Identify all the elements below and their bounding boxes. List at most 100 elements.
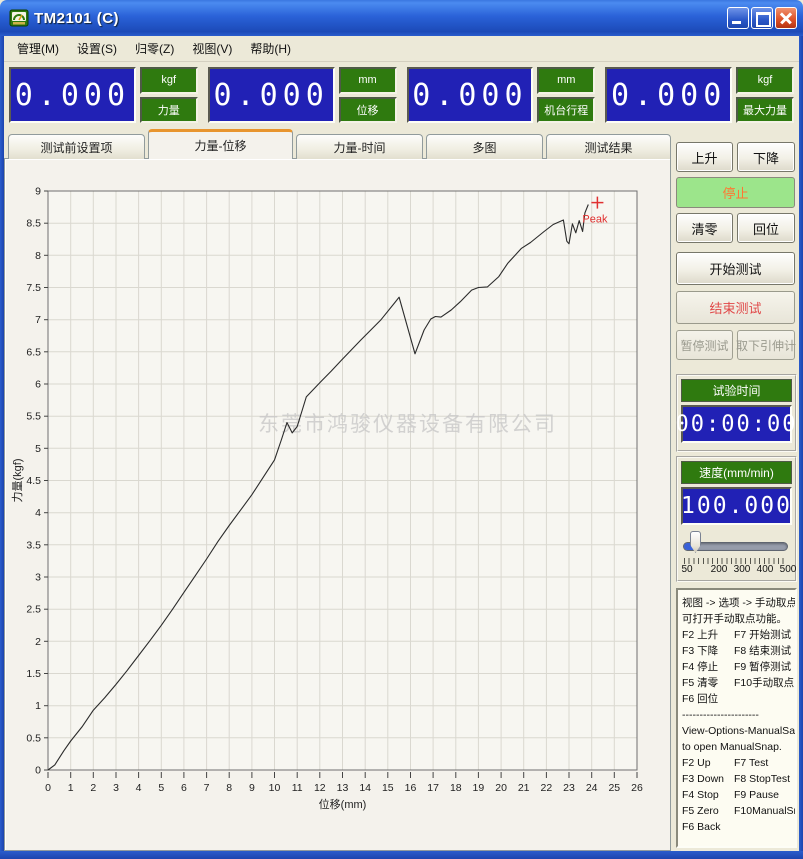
svg-text:6: 6 xyxy=(35,379,41,391)
hotkey-f2-en: F2 Up xyxy=(682,755,734,771)
svg-text:19: 19 xyxy=(473,782,485,794)
svg-text:11: 11 xyxy=(292,782,303,794)
return-button[interactable]: 回位 xyxy=(737,213,795,243)
svg-text:7: 7 xyxy=(35,314,41,326)
speed-header: 速度(mm/min) xyxy=(681,461,792,484)
hotkey-f10-zh: F10手动取点 xyxy=(734,675,794,691)
hotkey-f4-zh: F4 停止 xyxy=(682,659,734,675)
svg-text:13: 13 xyxy=(337,782,349,794)
help-zh-row: F3 下降F8 结束测试 xyxy=(682,643,791,659)
chart-panel: 东莞市鸿骏仪器设备有限公司00.511.522.533.544.555.566.… xyxy=(4,158,671,851)
readout-row: 0.000 kgf 力量 0.000 mm 位移 0.000 mm 机台行程 0… xyxy=(4,63,799,129)
hotkey-f3-zh: F3 下降 xyxy=(682,643,734,659)
hotkey-f3-en: F3 Down xyxy=(682,771,734,787)
displacement-label-badge: 位移 xyxy=(339,97,397,124)
tab-force-displacement[interactable]: 力量-位移 xyxy=(148,129,293,159)
svg-text:Peak: Peak xyxy=(582,214,608,226)
svg-text:23: 23 xyxy=(563,782,575,794)
help-separator: ---------------------- xyxy=(682,707,791,723)
force-label-badge: 力量 xyxy=(140,97,198,124)
menu-manage[interactable]: 管理(M) xyxy=(8,37,68,60)
help-en-row: F2 UpF7 Test xyxy=(682,755,791,771)
app-icon xyxy=(9,8,29,28)
help-zh-row: F6 回位 xyxy=(682,691,791,707)
svg-text:2: 2 xyxy=(35,636,41,648)
stroke-readout-group: 0.000 mm 机台行程 xyxy=(407,67,596,123)
svg-text:位移(mm): 位移(mm) xyxy=(319,797,367,811)
svg-text:8: 8 xyxy=(35,250,41,262)
test-time-display: 00:00:00 xyxy=(681,405,792,443)
tab-pretest-settings[interactable]: 测试前设置项 xyxy=(8,134,145,159)
force-readout-group: 0.000 kgf 力量 xyxy=(9,67,198,123)
hotkey-f10-en: F10ManualSnap xyxy=(734,803,797,819)
up-button[interactable]: 上升 xyxy=(676,142,733,172)
svg-text:24: 24 xyxy=(586,782,598,794)
stroke-label-badge: 机台行程 xyxy=(537,97,595,124)
svg-text:15: 15 xyxy=(382,782,394,794)
svg-text:2.5: 2.5 xyxy=(26,604,41,616)
svg-text:26: 26 xyxy=(631,782,643,794)
menu-bar: 管理(M) 设置(S) 归零(Z) 视图(V) 帮助(H) xyxy=(4,36,799,62)
stop-button[interactable]: 停止 xyxy=(676,177,795,208)
help-zh-row: F4 停止F9 暂停测试 xyxy=(682,659,791,675)
svg-text:5: 5 xyxy=(158,782,164,794)
svg-text:4.5: 4.5 xyxy=(26,475,41,487)
svg-text:18: 18 xyxy=(450,782,462,794)
maximize-button[interactable] xyxy=(751,7,773,29)
end-test-button[interactable]: 结束测试 xyxy=(676,291,795,324)
speed-slider-label: 300 xyxy=(734,564,751,575)
minimize-button[interactable] xyxy=(727,7,749,29)
hotkey-f5-zh: F5 清零 xyxy=(682,675,734,691)
speed-slider-labels: 50200300400500 xyxy=(681,564,792,576)
svg-text:0: 0 xyxy=(35,765,41,777)
displacement-value-display: 0.000 xyxy=(208,67,335,123)
svg-text:7.5: 7.5 xyxy=(26,282,41,294)
window-title: TM2101 (C) xyxy=(34,10,119,27)
svg-text:5: 5 xyxy=(35,443,41,455)
svg-text:3: 3 xyxy=(113,782,119,794)
maxforce-readout-group: 0.000 kgf 最大力量 xyxy=(605,67,794,123)
menu-view[interactable]: 视图(V) xyxy=(183,37,241,60)
svg-text:3: 3 xyxy=(35,572,41,584)
svg-text:1: 1 xyxy=(68,782,74,794)
hotkey-f9-en: F9 Pause xyxy=(734,787,779,803)
svg-text:10: 10 xyxy=(269,782,281,794)
svg-text:16: 16 xyxy=(405,782,417,794)
speed-slider-label: 400 xyxy=(757,564,774,575)
pause-test-button[interactable]: 暂停测试 xyxy=(676,330,733,360)
menu-settings[interactable]: 设置(S) xyxy=(68,37,126,60)
down-button[interactable]: 下降 xyxy=(737,142,795,172)
menu-zero[interactable]: 归零(Z) xyxy=(126,37,183,60)
svg-text:20: 20 xyxy=(495,782,507,794)
speed-slider[interactable]: 50200300400500 xyxy=(681,530,792,576)
zero-button[interactable]: 清零 xyxy=(676,213,733,243)
svg-text:1: 1 xyxy=(35,700,41,712)
hotkey-f8-en: F8 StopTest xyxy=(734,771,790,787)
svg-text:东莞市鸿骏仪器设备有限公司: 东莞市鸿骏仪器设备有限公司 xyxy=(258,413,557,436)
svg-text:21: 21 xyxy=(518,782,530,794)
help-zh-intro-2: 可打开手动取点功能。 xyxy=(682,611,791,627)
svg-text:9: 9 xyxy=(35,186,41,198)
hotkey-f9-zh: F9 暂停测试 xyxy=(734,659,791,675)
remove-extensometer-button[interactable]: 取下引伸计 xyxy=(737,330,795,360)
svg-text:22: 22 xyxy=(541,782,553,794)
hotkey-f6-zh: F6 回位 xyxy=(682,691,734,707)
tab-bar: 测试前设置项 力量-位移 力量-时间 多图 测试结果 xyxy=(8,129,671,159)
hotkey-help-panel: 视图 -> 选项 -> 手动取点, 可打开手动取点功能。 F2 上升F7 开始测… xyxy=(676,588,797,848)
svg-text:1.5: 1.5 xyxy=(26,668,41,680)
tab-test-results[interactable]: 测试结果 xyxy=(546,134,671,159)
close-button[interactable] xyxy=(775,7,797,29)
titlebar[interactable]: TM2101 (C) xyxy=(0,0,803,36)
speed-group: 速度(mm/min) 100.000 50200300400500 xyxy=(676,456,797,582)
tab-force-time[interactable]: 力量-时间 xyxy=(296,134,423,159)
hotkey-f7-zh: F7 开始测试 xyxy=(734,627,791,643)
hotkey-f7-en: F7 Test xyxy=(734,755,768,771)
menu-help[interactable]: 帮助(H) xyxy=(241,37,300,60)
window-border-right xyxy=(799,36,803,859)
stroke-value-display: 0.000 xyxy=(407,67,534,123)
hotkey-f5-en: F5 Zero xyxy=(682,803,734,819)
tab-multi-chart[interactable]: 多图 xyxy=(426,134,543,159)
svg-text:3.5: 3.5 xyxy=(26,539,41,551)
help-en-row: F3 DownF8 StopTest xyxy=(682,771,791,787)
start-test-button[interactable]: 开始测试 xyxy=(676,252,795,285)
